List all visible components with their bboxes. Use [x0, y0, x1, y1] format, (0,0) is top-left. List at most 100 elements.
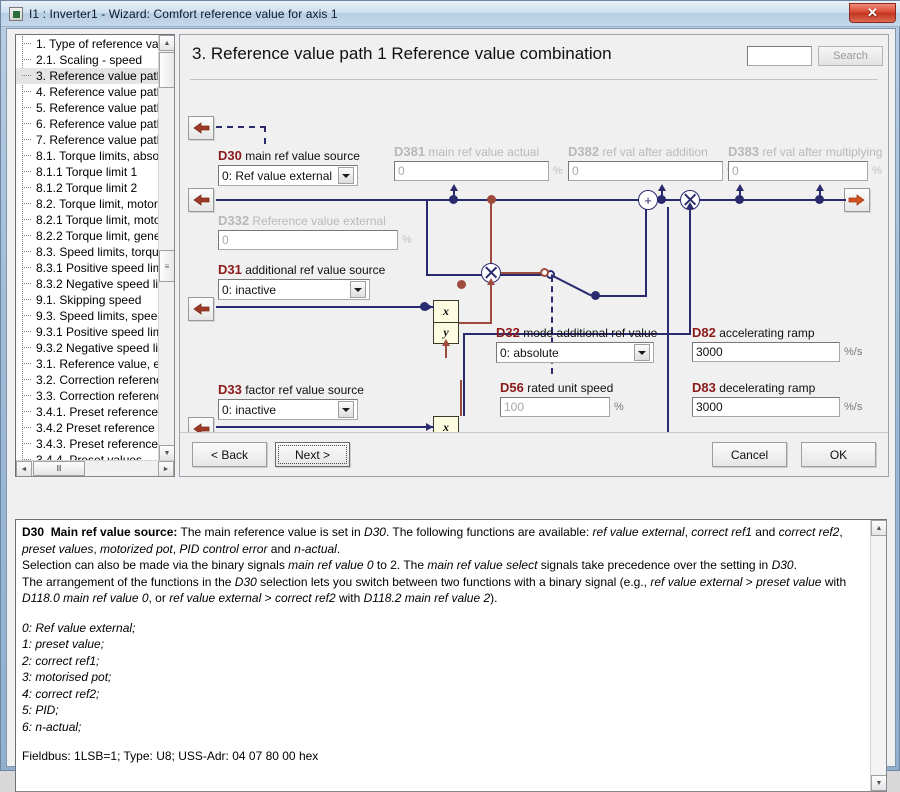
- io-link-button-output[interactable]: [844, 188, 870, 212]
- close-icon[interactable]: ✕: [849, 3, 896, 23]
- scroll-left-icon[interactable]: ◄: [16, 461, 32, 476]
- switch-lever[interactable]: [550, 274, 592, 297]
- param-select-d31[interactable]: 0: inactive: [218, 279, 370, 300]
- wire-red-to-terminal: [501, 272, 543, 274]
- help-option-item: 0: Ref value external;: [22, 620, 136, 635]
- tree-item[interactable]: 3.4.2 Preset reference va: [16, 420, 158, 436]
- param-input-d382[interactable]: 0: [568, 161, 723, 181]
- scroll-down-icon[interactable]: ▼: [871, 775, 886, 791]
- param-input-d332[interactable]: 0: [218, 230, 398, 250]
- tree-item[interactable]: 8.2. Torque limit, motorin: [16, 196, 158, 212]
- tree-item[interactable]: 8.1.1 Torque limit 1: [16, 164, 158, 180]
- scroll-right-icon[interactable]: ►: [158, 461, 174, 476]
- tree-item[interactable]: 3.2. Correction reference: [16, 372, 158, 388]
- chevron-down-icon[interactable]: [634, 344, 650, 361]
- tree-item[interactable]: 6. Reference value path: [16, 116, 158, 132]
- wire-mult-riser: [689, 207, 691, 335]
- next-button[interactable]: Next >: [275, 442, 350, 467]
- help-vertical-scrollbar[interactable]: ▲ ▼: [870, 520, 886, 791]
- help-option-item: 3: motorised pot;: [22, 670, 112, 684]
- tree-item[interactable]: 2.1. Scaling - speed: [16, 52, 158, 68]
- param-group-d332: D332 Reference value external 0 %: [218, 213, 412, 250]
- chevron-down-icon[interactable]: [338, 401, 354, 418]
- tree-scroll-thumb-secondary[interactable]: ≡: [159, 250, 174, 282]
- tree-item[interactable]: 9.3.1 Positive speed limits: [16, 324, 158, 340]
- tree-item[interactable]: 9.3. Speed limits, speed c: [16, 308, 158, 324]
- param-input-d56[interactable]: 100: [500, 397, 610, 417]
- help-option-item: 5: PID;: [22, 703, 59, 717]
- wire-red-xy1-out: [457, 322, 492, 324]
- tree-item[interactable]: 3.3. Correction reference: [16, 388, 158, 404]
- param-group-d382: D382 ref val after addition 0 %: [568, 144, 737, 181]
- help-para-2: Selection can also be made via the binar…: [22, 558, 797, 572]
- param-name-d56: rated unit speed: [527, 381, 614, 395]
- chevron-down-icon[interactable]: [350, 281, 366, 298]
- arrow-left-icon: [193, 194, 210, 206]
- scroll-down-icon[interactable]: ▼: [159, 445, 174, 461]
- param-value-d31: 0: inactive: [222, 282, 277, 297]
- tree-horizontal-scrollbar[interactable]: ◄ Ⅲ ►: [16, 460, 174, 476]
- tree-item[interactable]: 3.4.4. Preset values: [16, 452, 158, 460]
- param-input-d381[interactable]: 0: [394, 161, 549, 181]
- param-select-d33[interactable]: 0: inactive: [218, 399, 358, 420]
- tree-item[interactable]: 3.4.1. Preset reference va: [16, 404, 158, 420]
- cancel-button[interactable]: Cancel: [712, 442, 787, 467]
- param-group-d30: D30 main ref value source 0: Ref value e…: [218, 148, 360, 186]
- param-unit-d332: %: [402, 234, 412, 246]
- scroll-up-icon[interactable]: ▲: [159, 35, 174, 51]
- param-input-d82[interactable]: 3000: [692, 342, 840, 362]
- arrow-red-up-into-mult: [487, 278, 495, 285]
- tree-item[interactable]: 1. Type of reference valu: [16, 36, 158, 52]
- tree-scroll-thumb[interactable]: [159, 52, 174, 88]
- tree-item[interactable]: 4. Reference value path: [16, 84, 158, 100]
- help-scroll-track[interactable]: [871, 536, 886, 775]
- param-group-d383: D383 ref val after multiplying 0 %: [728, 144, 882, 181]
- param-unit-d383: %: [872, 165, 882, 177]
- navigation-tree[interactable]: 1. Type of reference valu 2.1. Scaling - …: [15, 34, 175, 477]
- tree-item[interactable]: 3.1. Reference value, ext: [16, 356, 158, 372]
- dashed-wire-top: [216, 126, 266, 128]
- scroll-up-icon[interactable]: ▲: [871, 520, 886, 536]
- param-name-d33: factor ref value source: [245, 383, 364, 397]
- param-input-d83[interactable]: 3000: [692, 397, 840, 417]
- help-spacer-2: [22, 735, 866, 748]
- search-button[interactable]: Search: [818, 46, 883, 66]
- tree-item[interactable]: 8.2.2 Torque limit, genera: [16, 228, 158, 244]
- tree-vertical-scrollbar[interactable]: ▲ ≡ ▼: [158, 35, 174, 461]
- terminal-open-red: [540, 268, 549, 277]
- search-input[interactable]: [747, 46, 812, 66]
- io-link-button-d332[interactable]: [188, 188, 214, 212]
- param-select-d30[interactable]: 0: Ref value external: [218, 165, 358, 186]
- back-button[interactable]: < Back: [192, 442, 267, 467]
- tree-item[interactable]: 3.4.3. Preset reference va: [16, 436, 158, 452]
- param-input-d383[interactable]: 0: [728, 161, 868, 181]
- help-option-item: 4: correct ref2;: [22, 686, 100, 701]
- tree-item[interactable]: 8.3.1 Positive speed limit: [16, 260, 158, 276]
- param-id-d56: D56: [500, 380, 524, 395]
- param-id-d332: D332: [218, 213, 250, 228]
- param-label-d83: D83 decelerating ramp: [692, 380, 862, 395]
- chevron-down-icon[interactable]: [338, 167, 355, 184]
- param-name-d82: accelerating ramp: [719, 326, 815, 340]
- tree-item[interactable]: 8.3. Speed limits, torque c: [16, 244, 158, 260]
- io-link-button-d31[interactable]: [188, 297, 214, 321]
- ok-button[interactable]: OK: [801, 442, 876, 467]
- param-id-d382: D382: [568, 144, 600, 159]
- tree-item[interactable]: 8.3.2 Negative speed limi: [16, 276, 158, 292]
- tree-item[interactable]: 8.1. Torque limits, absolut: [16, 148, 158, 164]
- tree-item[interactable]: 7. Reference value path: [16, 132, 158, 148]
- io-link-button-d33[interactable]: [188, 417, 214, 433]
- junction-dot-d382: [657, 195, 666, 204]
- param-label-d332: D332 Reference value external: [218, 213, 412, 228]
- arrow-left-icon: [193, 303, 210, 315]
- tree-item[interactable]: 5. Reference value path: [16, 100, 158, 116]
- tree-item[interactable]: 9.1. Skipping speed: [16, 292, 158, 308]
- tree-hscroll-thumb[interactable]: Ⅲ: [33, 461, 85, 476]
- junction-dot-output: [815, 195, 824, 204]
- io-link-button-d30[interactable]: [188, 116, 214, 140]
- tree-item[interactable]: 9.3.2 Negative speed limi: [16, 340, 158, 356]
- tree-item[interactable]: 3. Reference value path: [16, 68, 158, 84]
- tree-item[interactable]: 8.1.2 Torque limit 2: [16, 180, 158, 196]
- param-select-d32[interactable]: 0: absolute: [496, 342, 654, 363]
- tree-item[interactable]: 8.2.1 Torque limit, motorin: [16, 212, 158, 228]
